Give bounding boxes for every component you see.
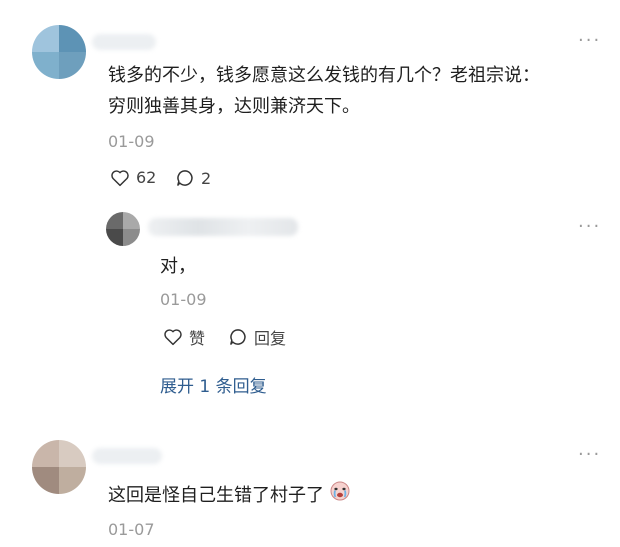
more-icon[interactable]: ··· [578,216,601,237]
reply-date: 01-09 [160,290,207,309]
comment-text: 钱多的不少，钱多愿意这么发钱的有几个？老祖宗说： 穷则独善其身，达则兼济天下。 [108,60,608,122]
like-count: 62 [136,168,157,187]
reply-username-blurred[interactable] [148,218,298,236]
reply-label: 回复 [254,329,287,348]
heart-icon [163,328,183,346]
username-blurred[interactable] [92,448,162,464]
reply-avatar[interactable] [106,212,140,246]
comment-date: 01-07 [108,520,155,539]
avatar[interactable] [32,25,86,79]
comment-icon [175,168,195,188]
reply-like-button[interactable]: 赞 [163,325,205,349]
reply-count: 2 [201,168,212,188]
reply-text: 对， [160,256,196,277]
like-button[interactable]: 62 [110,168,156,187]
comment-date: 01-09 [108,132,155,151]
comment-text-line: 这回是怪自己生错了村子了 [108,484,324,506]
avatar[interactable] [32,440,86,494]
heart-icon [110,169,130,187]
comment-text: 这回是怪自己生错了村子了 [108,478,352,512]
comment-icon [228,327,248,347]
like-label: 赞 [189,329,206,348]
crying-face-icon [328,478,352,512]
more-icon[interactable]: ··· [578,444,601,465]
comment-text-line: 钱多的不少，钱多愿意这么发钱的有几个？老祖宗说： [108,65,540,86]
comment-button[interactable]: 2 [175,168,211,188]
more-icon[interactable]: ··· [578,30,601,51]
comment-text-line: 穷则独善其身，达则兼济天下。 [108,96,360,117]
username-blurred[interactable] [92,34,156,50]
reply-reply-button[interactable]: 回复 [228,325,286,349]
expand-replies-link[interactable]: 展开 1 条回复 [160,372,267,397]
